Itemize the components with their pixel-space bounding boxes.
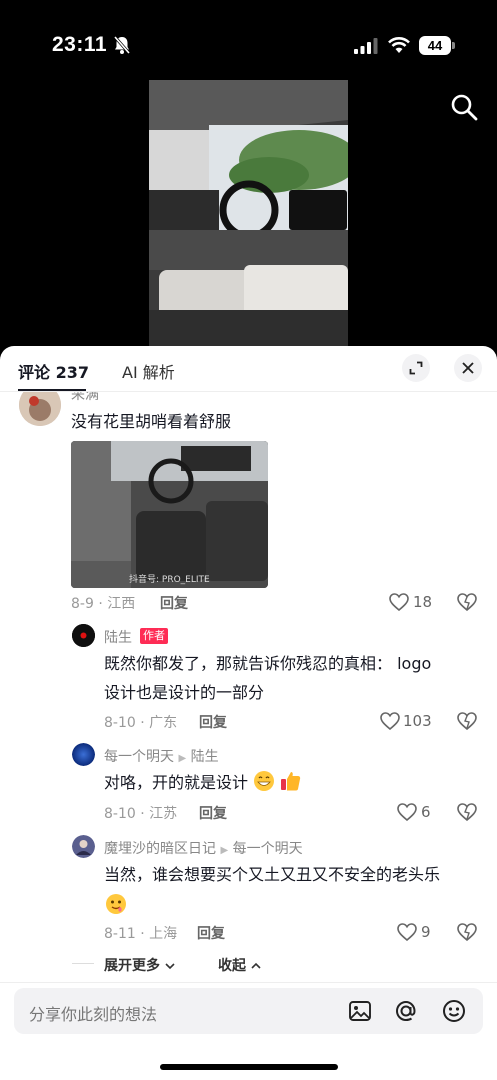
comment-date-location: 8-10 · 广东 — [104, 715, 178, 731]
avatar[interactable] — [19, 392, 61, 426]
comment-author: 每一个明天 ▶ 陆生 — [104, 746, 219, 766]
reply-arrow-icon: ▶ — [220, 845, 229, 856]
comment-tabs: 评论 237 AI 解析 — [0, 346, 497, 392]
reply-button[interactable]: 回复 — [199, 712, 227, 732]
reply-arrow-icon: ▶ — [178, 753, 187, 764]
comment-date-location: 8-10 · 江苏 — [104, 806, 178, 822]
comment-text: 对咯，开的就是设计 — [104, 768, 302, 797]
comment-text: 当然，谁会想要买个又土又丑又不安全的老头乐 — [104, 865, 441, 884]
comment-date-location: 8-9 · 江西 — [71, 596, 136, 612]
grin-emoji-icon — [254, 771, 275, 791]
comment-author[interactable]: 采满 — [71, 392, 99, 404]
like-count: 9 — [421, 923, 431, 941]
comment-date-location: 8-11 · 上海 — [104, 926, 178, 942]
expand-icon — [409, 361, 423, 375]
comment-input-bar[interactable]: 分享你此刻的想法 — [14, 988, 483, 1034]
close-button[interactable] — [454, 354, 482, 382]
image-icon[interactable] — [347, 998, 373, 1024]
expand-more-button[interactable]: 展开更多 — [104, 955, 175, 975]
close-icon — [462, 362, 474, 374]
drooling-emoji-icon — [106, 894, 126, 914]
comment-item: 采满 没有花里胡哨看着舒服 抖音号: PRO_ELITE 8-9 · 江西 回复 — [0, 392, 497, 982]
comment-author[interactable]: 陆生 — [104, 627, 132, 647]
tab-comments[interactable]: 评论 237 — [18, 359, 89, 383]
reply-button[interactable]: 回复 — [160, 593, 188, 613]
like-count: 6 — [421, 803, 431, 821]
silent-bell-icon — [113, 36, 131, 54]
comment-text: 既然你都发了，那就告诉你残忍的真相： logo — [104, 654, 432, 673]
video-player[interactable] — [149, 80, 348, 348]
emoji-icon[interactable] — [441, 998, 467, 1024]
signal-icon — [354, 38, 378, 54]
battery-level: 44 — [419, 36, 451, 55]
like-icon[interactable] — [397, 803, 417, 821]
dislike-icon[interactable] — [457, 923, 477, 941]
like-icon[interactable] — [397, 923, 417, 941]
avatar[interactable] — [72, 624, 95, 647]
comment-text: 设计也是设计的一部分 — [104, 683, 265, 702]
home-indicator[interactable] — [160, 1064, 338, 1070]
status-bar: 23:11 44 — [0, 0, 497, 80]
reply-to-name[interactable]: 陆生 — [191, 749, 219, 765]
thumbs-up-emoji-icon — [281, 772, 301, 791]
comment-input[interactable]: 分享你此刻的想法 — [29, 1001, 157, 1025]
divider-line — [72, 963, 94, 964]
search-icon[interactable] — [450, 93, 478, 121]
author-badge: 作者 — [140, 628, 168, 644]
comment-text: 没有花里胡哨看着舒服 — [71, 412, 232, 431]
comment-author: 魔埋沙的暗区日记 ▶ 每一个明天 — [104, 838, 303, 858]
screen: 23:11 44 评论 237 AI 解析 采满 没有花里胡哨看着舒服 抖音号:… — [0, 0, 497, 1080]
input-divider — [0, 982, 497, 983]
reply-to-name[interactable]: 每一个明天 — [233, 841, 303, 857]
like-count: 18 — [413, 593, 433, 611]
reply-button[interactable]: 回复 — [197, 923, 225, 943]
status-time: 23:11 — [52, 33, 108, 56]
battery-icon: 44 — [419, 36, 455, 55]
wifi-icon — [388, 37, 410, 53]
comment-author-name[interactable]: 每一个明天 — [104, 749, 174, 765]
like-icon[interactable] — [389, 593, 409, 611]
tab-ai-analysis[interactable]: AI 解析 — [122, 359, 175, 383]
dislike-icon[interactable] — [457, 593, 477, 611]
video-frame-image — [149, 80, 348, 348]
collapse-button[interactable]: 收起 — [218, 955, 261, 975]
avatar[interactable] — [72, 835, 95, 858]
chevron-up-icon — [251, 962, 261, 969]
tab-active-indicator — [18, 389, 86, 391]
avatar[interactable] — [72, 743, 95, 766]
comment-image[interactable]: 抖音号: PRO_ELITE — [71, 441, 268, 588]
like-icon[interactable] — [380, 712, 400, 730]
comments-list: 采满 没有花里胡哨看着舒服 抖音号: PRO_ELITE 8-9 · 江西 回复 — [0, 392, 497, 982]
expand-button[interactable] — [402, 354, 430, 382]
reply-button[interactable]: 回复 — [199, 803, 227, 823]
chevron-down-icon — [165, 963, 175, 970]
comment-author-name[interactable]: 魔埋沙的暗区日记 — [104, 841, 216, 857]
dislike-icon[interactable] — [457, 803, 477, 821]
dislike-icon[interactable] — [457, 712, 477, 730]
like-count: 103 — [403, 712, 432, 730]
image-watermark: 抖音号: PRO_ELITE — [129, 575, 210, 585]
mention-icon[interactable] — [393, 998, 419, 1024]
